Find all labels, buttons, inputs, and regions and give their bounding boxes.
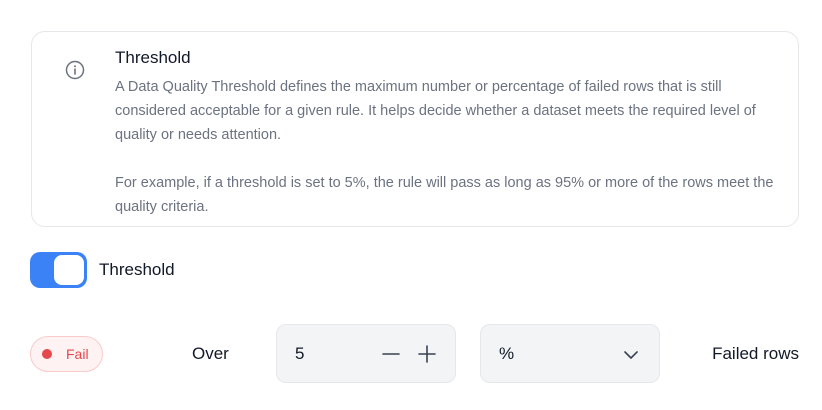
failed-rows-label: Failed rows <box>712 344 799 363</box>
status-badge-label: Fail <box>66 346 89 362</box>
info-description: A Data Quality Threshold defines the max… <box>115 75 787 219</box>
unit-selected-value: % <box>499 344 515 363</box>
threshold-value-stepper <box>276 324 456 383</box>
threshold-toggle[interactable] <box>30 252 87 288</box>
info-paragraph-1: A Data Quality Threshold defines the max… <box>115 79 756 143</box>
info-title: Threshold <box>115 48 191 67</box>
status-badge: Fail <box>30 336 103 372</box>
status-dot <box>42 349 52 359</box>
info-paragraph-2: For example, if a threshold is set to 5%… <box>115 175 774 215</box>
plus-icon[interactable] <box>417 344 437 364</box>
chevron-down-icon <box>624 351 638 359</box>
comparator-label: Over <box>192 344 229 363</box>
threshold-info-card: Threshold A Data Quality Threshold defin… <box>31 31 799 227</box>
threshold-toggle-label: Threshold <box>99 260 175 279</box>
info-circle-icon <box>65 60 85 80</box>
threshold-value-input[interactable] <box>295 344 355 364</box>
toggle-knob <box>54 255 84 285</box>
minus-icon[interactable] <box>381 344 401 364</box>
unit-select[interactable]: % <box>480 324 660 383</box>
